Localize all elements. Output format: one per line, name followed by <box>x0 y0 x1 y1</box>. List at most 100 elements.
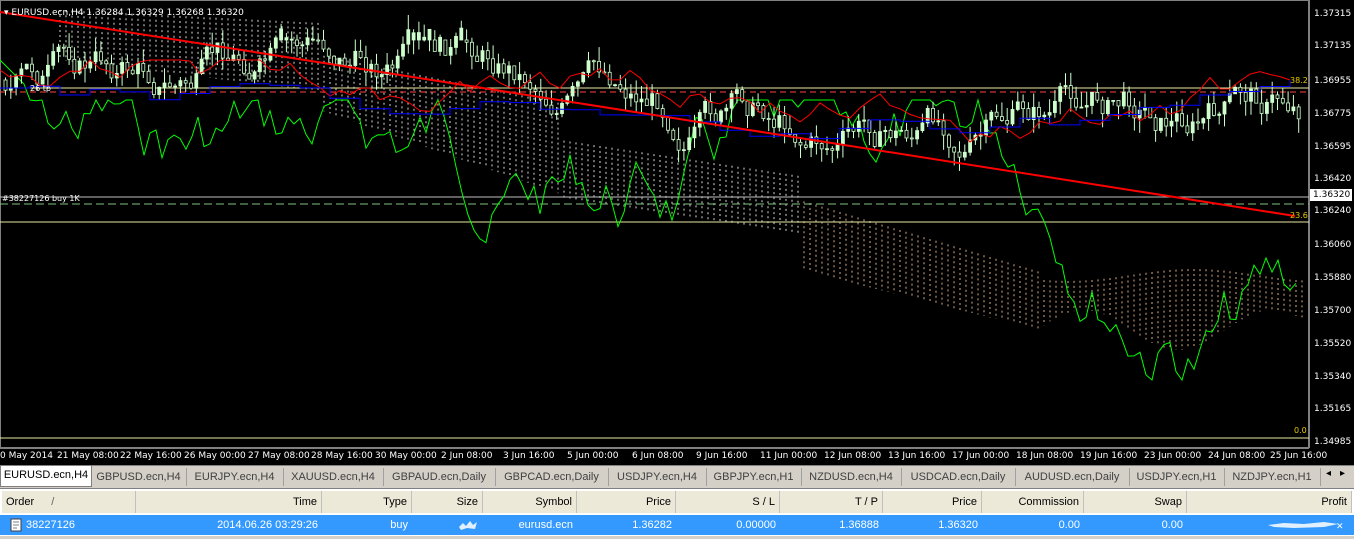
candle-body <box>1190 121 1195 134</box>
candle-body <box>1063 85 1068 87</box>
candle-body <box>1212 103 1216 116</box>
candle-body <box>326 48 331 57</box>
candle-body <box>289 38 294 41</box>
tab-scroll-left-icon[interactable]: ◂ <box>1326 468 1331 479</box>
price-chart[interactable]: ▾ EURUSD.ecn,H4 1.36284 1.36329 1.36268 … <box>0 0 1354 465</box>
candle-body <box>888 129 893 139</box>
time-tick: 24 Jun 08:00 <box>1208 451 1266 461</box>
col-price2[interactable]: Price <box>883 491 982 513</box>
candle-body <box>300 44 305 47</box>
candle-body <box>644 98 649 106</box>
candle-body <box>358 50 363 59</box>
price-tick: 1.36595 <box>1314 142 1352 152</box>
candle-body <box>618 84 623 90</box>
candle-body <box>210 46 215 53</box>
candle-body <box>729 93 734 109</box>
time-scale[interactable]: 0 May 2014 21 May 08:00 22 May 16:00 26 … <box>0 449 1327 465</box>
time-tick: 28 May 16:00 <box>311 451 373 461</box>
tab-usdcad-daily[interactable]: USDCAD.ecn,Daily <box>901 468 1016 486</box>
candle-body <box>183 80 188 84</box>
tab-nzdjpy-h1[interactable]: NZDJPY.ecn,H1 <box>1224 468 1321 486</box>
tab-gbpjpy-h1[interactable]: GBPJPY.ecn,H1 <box>706 468 802 486</box>
candle-body <box>1180 113 1184 127</box>
tab-usdjpy-h4[interactable]: USDJPY.ecn,H4 <box>608 468 707 486</box>
tab-gbpaud-daily[interactable]: GBPAUD.ecn,Daily <box>383 468 496 486</box>
tab-nzdusd-h4[interactable]: NZDUSD.ecn,H4 <box>801 468 902 486</box>
time-tick: 26 May 00:00 <box>184 451 246 461</box>
candle-body <box>825 148 829 151</box>
chart-canvas[interactable] <box>0 0 1354 465</box>
col-symbol[interactable]: Symbol <box>483 491 577 513</box>
candle-body <box>957 151 962 158</box>
candle-body <box>512 65 517 81</box>
candle-body <box>136 62 140 75</box>
candle-body <box>51 51 56 66</box>
candle-body <box>157 86 162 95</box>
candle-body <box>1021 101 1025 110</box>
tab-eurjpy-h4[interactable]: EURJPY.ecn,H4 <box>186 468 284 486</box>
candle-body <box>321 39 326 50</box>
col-time[interactable]: Time <box>136 491 322 513</box>
candle-body <box>671 129 676 140</box>
col-order[interactable]: Order / <box>2 491 136 513</box>
col-tp[interactable]: T / P <box>780 491 883 513</box>
candle-body <box>1201 118 1206 124</box>
candle-body <box>941 120 946 136</box>
tab-scroll-right-icon[interactable]: ▸ <box>1340 468 1345 479</box>
candle-body <box>623 88 628 99</box>
tab-gbpcad-daily[interactable]: GBPCAD.ecn,Daily <box>495 468 609 486</box>
candle-body <box>464 39 469 43</box>
candle-body <box>501 63 506 74</box>
candle-body <box>1010 109 1015 125</box>
candle-body <box>782 115 787 130</box>
candle-body <box>909 137 914 140</box>
col-price[interactable]: Price <box>577 491 676 513</box>
price-tick: 1.37135 <box>1314 41 1352 51</box>
time-tick: 23 Jun 00:00 <box>1144 451 1202 461</box>
svg-text:✕: ✕ <box>1336 522 1344 531</box>
candle-body <box>390 64 395 69</box>
candle-body <box>1031 106 1036 121</box>
candle-body <box>1000 116 1004 121</box>
candle-body <box>305 37 310 46</box>
time-tick: 0 May 2014 <box>0 451 53 461</box>
candle-body <box>517 74 522 81</box>
col-type[interactable]: Type <box>322 491 412 513</box>
candle-body <box>173 85 178 88</box>
fib-23-label: 23.6 <box>1290 211 1308 220</box>
col-swap[interactable]: Swap <box>1084 491 1187 513</box>
candle-body <box>337 57 342 65</box>
col-profit[interactable]: Profit <box>1187 491 1352 513</box>
candle-body <box>978 134 983 137</box>
candle-body <box>432 39 437 52</box>
candle-body <box>475 55 480 62</box>
tab-xauusd-h4[interactable]: XAUUSD.ecn,H4 <box>283 468 384 486</box>
candle-body <box>586 60 591 73</box>
candle-body <box>236 54 241 60</box>
cell-symbol: eurusd.ecn <box>518 519 573 531</box>
candle-body <box>401 43 405 57</box>
candle-body <box>1143 107 1147 111</box>
candle-body <box>109 63 114 79</box>
tab-gbpusd-h4[interactable]: GBPUSD.ecn,H4 <box>91 468 187 486</box>
candle-body <box>952 146 957 153</box>
cell-commission: 0.00 <box>1058 519 1080 531</box>
tab-usdjpy-h1[interactable]: USDJPY.ecn,H1 <box>1129 468 1225 486</box>
col-sl[interactable]: S / L <box>676 491 780 513</box>
tab-audusd-daily[interactable]: AUDUSD.ecn,Daily <box>1015 468 1130 486</box>
tab-eurusd-h4[interactable]: EURUSD.ecn,H4 <box>0 466 92 487</box>
candle-body <box>931 107 935 123</box>
candle-body <box>332 55 337 65</box>
cell-sl: 0.00000 <box>736 519 776 531</box>
table-row[interactable]: 38227126 2014.06.26 03:29:26 buy eurusd.… <box>0 515 1354 535</box>
candle-body <box>1196 121 1200 124</box>
candle-body <box>724 107 729 112</box>
candle-body <box>570 85 575 97</box>
candle-body <box>841 130 845 145</box>
col-size[interactable]: Size <box>412 491 483 513</box>
col-commission[interactable]: Commission <box>982 491 1084 513</box>
time-tick: 11 Jun 00:00 <box>760 451 818 461</box>
time-tick: 21 May 08:00 <box>57 451 119 461</box>
price-scale[interactable]: 1.37315 1.37135 1.36955 1.36775 1.36595 … <box>1309 0 1354 448</box>
candle-body <box>141 62 146 72</box>
